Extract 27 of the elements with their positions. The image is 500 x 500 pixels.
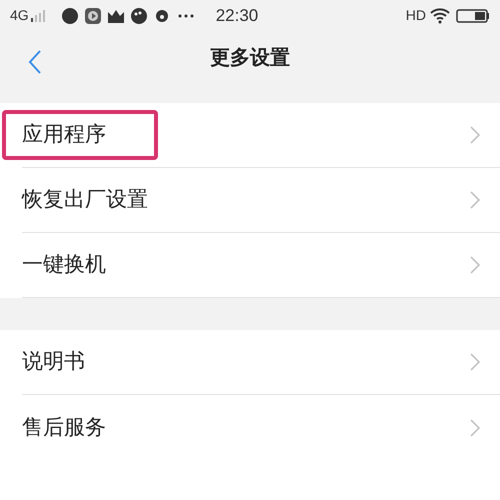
chevron-icon (470, 191, 480, 209)
chevron-icon (470, 418, 480, 436)
item-label: 一键换机 (22, 252, 106, 278)
settings-item[interactable]: 售后服务 (22, 395, 500, 460)
page-title: 更多设置 (210, 46, 290, 72)
more-icon (178, 14, 194, 18)
back-icon (28, 49, 42, 76)
play-icon (84, 6, 102, 25)
palette-icon (130, 6, 148, 25)
item-label: 说明书 (22, 349, 85, 376)
network-type: 4G (10, 6, 29, 26)
item-label: 售后服务 (22, 414, 106, 441)
chevron-icon (470, 353, 480, 371)
wifi-icon (430, 8, 450, 24)
settings-item[interactable]: 应用程序 (22, 103, 500, 168)
settings-item[interactable]: 一键换机 (22, 233, 500, 298)
chevron-icon (470, 126, 480, 144)
item-label: 恢复出厂设置 (22, 187, 148, 214)
app-icon (60, 6, 79, 25)
signal-icon (30, 10, 47, 22)
settings-item[interactable]: 说明书 (22, 330, 500, 395)
clock: 22:30 (216, 4, 258, 27)
settings-item[interactable]: 恢复出厂设置 (22, 168, 500, 233)
item-label: 应用程序 (22, 122, 106, 148)
battery-icon (456, 8, 490, 23)
chevron-icon (470, 256, 480, 274)
hd-label: HD (406, 6, 426, 26)
